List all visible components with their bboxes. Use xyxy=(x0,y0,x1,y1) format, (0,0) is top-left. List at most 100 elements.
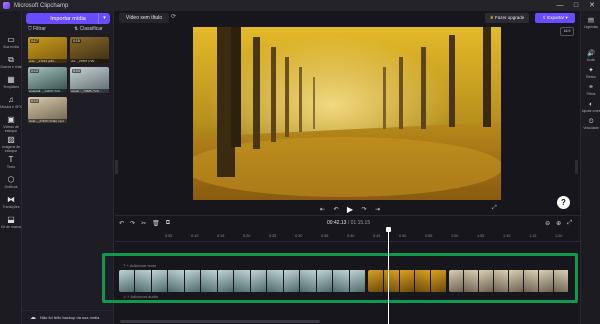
property-label: Legendas xyxy=(583,25,598,29)
filters-icon: ⚭ xyxy=(588,84,594,91)
property-audio[interactable]: 🔊 Áudio xyxy=(581,50,600,62)
total-time: / 01:15.15 xyxy=(347,220,371,226)
property-effects[interactable]: ✦ Efeitos xyxy=(581,67,600,79)
rail-item-label: Templates xyxy=(3,85,19,89)
property-label: Áudio xyxy=(586,58,596,62)
playback-controls: ⇤ ↶ ▶ ↷ ⇥ xyxy=(320,204,380,214)
adjust-colors-icon: ◐ xyxy=(589,101,593,108)
time-ruler[interactable]: 0:05 0:10 0:15 0:20 0:25 0:30 0:35 0:40 0:45 0:50… xyxy=(115,232,580,242)
collapse-media-panel-handle[interactable] xyxy=(115,160,118,174)
maximize-button[interactable]: □ xyxy=(568,0,584,11)
chevron-down-icon: ▾ xyxy=(564,15,568,20)
rail-item-transitions[interactable]: ⧓ Transições xyxy=(0,195,22,215)
rail-item-label: Vídeos de estoque xyxy=(3,125,19,133)
close-button[interactable]: ✕ xyxy=(584,0,600,11)
timeline-scrollbar[interactable] xyxy=(120,320,320,323)
forward-icon[interactable]: ↷ xyxy=(361,206,366,213)
aspect-ratio-button[interactable]: 16:9 xyxy=(560,27,574,36)
zoom-out-icon[interactable]: ⊖ xyxy=(545,220,550,227)
skip-forward-icon[interactable]: ⇥ xyxy=(375,206,380,213)
ruler-tick: 0:35 xyxy=(321,234,329,238)
timecode: 00:42.13 / 01:15.15 xyxy=(327,220,370,226)
rail-item-graphics[interactable]: ⬡ Gráficos xyxy=(0,175,22,195)
media-thumbnail[interactable]: 0:13 waterfall..._14406 (720... xyxy=(28,67,67,93)
rail-item-record[interactable]: ⧉ Gravar e criar xyxy=(0,55,22,75)
templates-icon: ▦ xyxy=(7,75,15,84)
project-name-field[interactable]: Vídeo sem título xyxy=(119,13,169,23)
media-filename: waterfall..._14406 (720... xyxy=(28,89,67,93)
rewind-icon[interactable]: ↶ xyxy=(333,206,338,213)
ruler-tick: 1:00 xyxy=(451,234,459,238)
cloud-sync-icon: ⟳ xyxy=(171,14,177,20)
duration-badge: 0:13 xyxy=(30,99,39,103)
upgrade-button[interactable]: ♛ Fazer upgrade xyxy=(485,13,529,23)
duration-badge: 0:24 xyxy=(72,69,81,73)
ruler-tick: 0:30 xyxy=(295,234,303,238)
ruler-tick: 0:10 xyxy=(191,234,199,238)
minimize-button[interactable]: — xyxy=(552,0,568,11)
playhead[interactable] xyxy=(386,227,391,324)
playhead-handle[interactable] xyxy=(386,227,391,232)
duration-badge: 0:15 xyxy=(72,39,81,43)
redo-icon[interactable]: ↷ xyxy=(130,220,135,227)
cloud-backup-icon: ☁ xyxy=(30,315,36,321)
rail-item-stock-video[interactable]: ▣ Vídeos de estoque xyxy=(0,115,22,135)
rail-item-text[interactable]: T Texto xyxy=(0,155,22,175)
timeline-toolbar: ↶ ↷ ✂ 🗑 ⧉ 00:42.13 / 01:15.15 ⊖ ⊕ ⤢ xyxy=(115,220,580,230)
rail-item-music[interactable]: ♫ Música e SFX xyxy=(0,95,22,115)
chevron-down-icon[interactable]: ▾ xyxy=(98,13,110,24)
undo-icon[interactable]: ↶ xyxy=(119,220,124,227)
rail-item-label: Transições xyxy=(2,205,20,209)
property-captions[interactable]: ▤ Legendas xyxy=(581,17,600,29)
rail-item-templates[interactable]: ▦ Templates xyxy=(0,75,22,95)
media-filename: vide..._27213 (240... xyxy=(28,59,67,63)
help-button[interactable]: ? xyxy=(557,196,570,209)
ruler-tick: 0:20 xyxy=(243,234,251,238)
filter-button[interactable]: ⛉ Filtrar xyxy=(28,26,46,32)
property-panel: ▤ Legendas 🔊 Áudio ✦ Efeitos ⚭ Filtros ◐ Ajustar … xyxy=(580,11,600,324)
duplicate-icon[interactable]: ⧉ xyxy=(166,220,170,227)
transitions-icon: ⧓ xyxy=(7,195,15,204)
video-preview[interactable] xyxy=(193,27,501,200)
property-speed[interactable]: ⏲ Velocidade xyxy=(581,118,600,130)
property-adjust-colors[interactable]: ◐ Ajustar cores xyxy=(581,101,600,113)
title-bar: Microsoft Clipchamp — □ ✕ xyxy=(0,0,600,11)
collapse-property-panel-handle[interactable] xyxy=(575,160,578,174)
media-thumbnail[interactable]: 0:24 ocean..._74686 (720... xyxy=(70,67,109,93)
media-panel: Importar mídia ▾ ⛉ Filtrar ⇅ Classificar… xyxy=(22,11,114,324)
rail-item-brand-kit[interactable]: ⬓ Kit de marca xyxy=(0,215,22,235)
backup-notice[interactable]: ☁ Não foi feito backup da sua mídia xyxy=(22,310,114,324)
export-button[interactable]: ⇪ Exportar ▾ xyxy=(535,13,575,23)
clipchamp-logo-icon xyxy=(3,2,10,9)
export-label: Exportar xyxy=(547,15,565,20)
play-button[interactable]: ▶ xyxy=(347,205,353,214)
skip-back-icon[interactable]: ⇤ xyxy=(320,206,325,213)
rail-item-label: Sua mídia xyxy=(3,45,19,49)
ruler-tick: 0:50 xyxy=(399,234,407,238)
rail-item-label: Imagens de estoque xyxy=(1,145,21,153)
property-filters[interactable]: ⚭ Filtros xyxy=(581,84,600,96)
rail-item-stock-image[interactable]: ▨ Imagens de estoque xyxy=(0,135,22,155)
media-thumbnail[interactable]: 0:13 wind..._27409 (720p).mp4 xyxy=(28,97,67,123)
media-thumbnail[interactable]: 0:15 vid..._27897 (720... xyxy=(70,37,109,63)
brand-kit-icon: ⬓ xyxy=(7,215,15,224)
folder-icon: ▭ xyxy=(7,35,15,44)
fullscreen-icon[interactable]: ⤢ xyxy=(492,205,497,212)
rail-item-label: Texto xyxy=(6,165,16,169)
import-media-button[interactable]: Importar mídia ▾ xyxy=(26,13,110,24)
split-icon[interactable]: ✂ xyxy=(141,220,146,227)
ruler-tick: 1:10 xyxy=(503,234,511,238)
ruler-tick: 0:15 xyxy=(217,234,225,238)
current-time: 00:42.13 xyxy=(327,220,347,226)
media-filename: ocean..._74686 (720... xyxy=(70,89,109,93)
media-thumbnail[interactable]: 0:17 vide..._27213 (240... xyxy=(28,37,67,63)
property-label: Ajustar cores xyxy=(581,109,600,113)
speed-icon: ⏲ xyxy=(588,118,594,125)
delete-icon[interactable]: 🗑 xyxy=(152,220,160,227)
rail-item-folder[interactable]: ▭ Sua mídia xyxy=(0,35,22,55)
zoom-in-icon[interactable]: ⊕ xyxy=(556,220,561,227)
rail-item-label: Música e SFX xyxy=(0,105,22,109)
sort-button[interactable]: ⇅ Classificar xyxy=(74,26,103,32)
fit-timeline-icon[interactable]: ⤢ xyxy=(567,220,572,227)
text-icon: T xyxy=(8,155,14,164)
